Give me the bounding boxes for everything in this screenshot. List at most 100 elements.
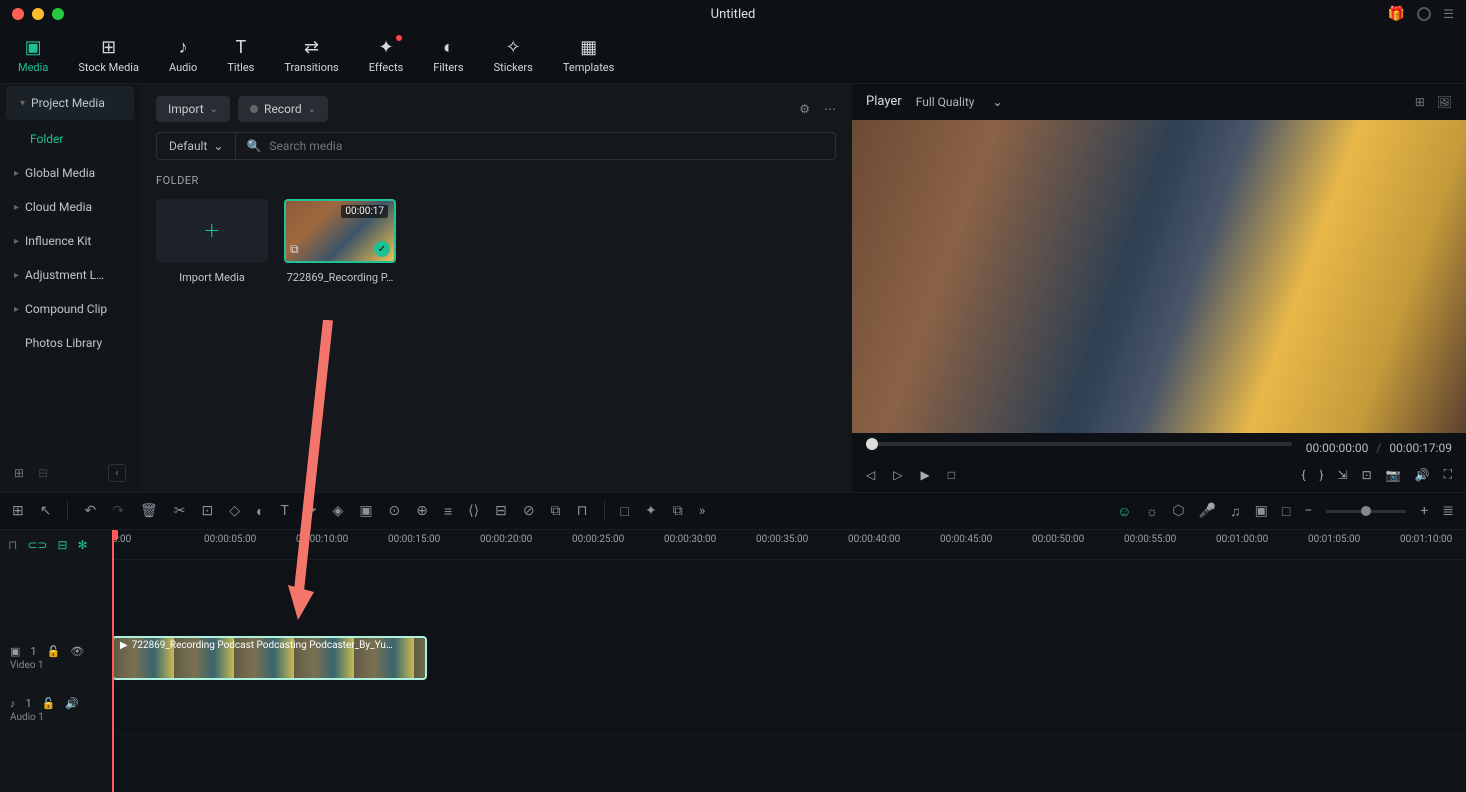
tab-media[interactable]: ▣Media xyxy=(18,37,48,74)
layers-button[interactable]: ⧉ xyxy=(673,503,683,519)
filter-icon[interactable]: ⚙ xyxy=(799,102,810,116)
audio-track-lane[interactable] xyxy=(112,684,1466,736)
video-preview[interactable] xyxy=(852,120,1466,433)
timer-button[interactable]: ⊙ xyxy=(389,503,401,519)
cut-button[interactable]: ✂ xyxy=(174,503,186,519)
media-tile-import[interactable]: + Import Media xyxy=(156,199,268,284)
delete-button[interactable]: 🗑 xyxy=(140,503,158,519)
bracket-right-icon[interactable]: } xyxy=(1320,468,1324,482)
zoom-in-button[interactable]: + xyxy=(1420,503,1428,519)
mask-button[interactable]: ▣ xyxy=(359,503,372,519)
sidebar-item-folder[interactable]: Folder xyxy=(0,122,140,156)
music-icon[interactable]: ♫ xyxy=(1230,503,1241,520)
stop-button[interactable]: □ xyxy=(948,468,955,482)
more-icon[interactable]: ⋯ xyxy=(824,102,836,116)
collapse-sidebar-button[interactable]: ‹ xyxy=(108,464,126,482)
close-window-button[interactable] xyxy=(12,8,24,20)
marker-icon[interactable]: ⇲ xyxy=(1338,468,1348,482)
picture-icon[interactable]: 🖼 xyxy=(1437,95,1452,109)
cursor-tool-icon[interactable]: ↖ xyxy=(40,503,52,519)
align-button[interactable]: ≡ xyxy=(444,503,452,520)
search-input[interactable] xyxy=(269,139,825,153)
sidebar-item-adjustment-layer[interactable]: ▸Adjustment L… xyxy=(0,258,140,292)
minimize-window-button[interactable] xyxy=(32,8,44,20)
record-button[interactable]: Record⌄ xyxy=(238,96,328,122)
play-forward-button[interactable]: ▶ xyxy=(920,468,929,482)
tab-transitions[interactable]: ⇄Transitions xyxy=(284,37,338,74)
volume-icon[interactable]: 🔊 xyxy=(1415,468,1430,482)
shield-icon[interactable]: ⬡ xyxy=(1172,503,1184,519)
tab-stickers[interactable]: ✧Stickers xyxy=(494,37,533,74)
zoom-out-button[interactable]: − xyxy=(1304,503,1312,519)
smile-icon[interactable]: ☺ xyxy=(1117,503,1131,520)
folder-action-icon[interactable]: ⊟ xyxy=(38,466,48,480)
track-header-video[interactable]: ▣1🔓👁 Video 1 xyxy=(0,632,112,684)
quality-select[interactable]: Full Quality⌄ xyxy=(916,95,1003,109)
sidebar-item-photos-library[interactable]: ▸Photos Library xyxy=(0,326,140,360)
tab-audio[interactable]: ♪Audio xyxy=(169,37,197,74)
eye-icon[interactable]: 👁 xyxy=(70,645,84,658)
square-icon[interactable]: □ xyxy=(1282,503,1290,520)
play-button[interactable]: ▷ xyxy=(893,468,902,482)
playhead[interactable] xyxy=(112,530,114,792)
magnet-icon[interactable]: ⊓ xyxy=(8,538,17,552)
mute-icon[interactable]: 🔊 xyxy=(65,697,79,710)
lock-icon[interactable]: 🔓 xyxy=(47,645,61,658)
seek-bar[interactable] xyxy=(866,442,1292,446)
mic-icon[interactable]: 🎤 xyxy=(1199,503,1216,519)
camera-icon[interactable]: 📷 xyxy=(1386,468,1401,482)
marker2-button[interactable]: □ xyxy=(621,503,629,520)
sidebar-item-influence-kit[interactable]: ▸Influence Kit xyxy=(0,224,140,258)
detach-button[interactable]: ⊟ xyxy=(495,503,507,519)
tab-effects[interactable]: ✦Effects xyxy=(369,37,404,74)
sidebar-item-cloud-media[interactable]: ▸Cloud Media xyxy=(0,190,140,224)
zoom-knob[interactable] xyxy=(1361,506,1371,516)
gift-icon[interactable] xyxy=(1388,6,1405,22)
keyframe-button[interactable]: ◈ xyxy=(333,503,344,519)
timeline-tracks[interactable]: 0:0000:00:05:0000:00:10:0000:00:15:0000:… xyxy=(112,530,1466,792)
tab-stock-media[interactable]: ⊞Stock Media xyxy=(78,37,139,74)
new-folder-icon[interactable]: ⊞ xyxy=(14,466,24,480)
sidebar-item-project-media[interactable]: ▾Project Media xyxy=(6,86,134,120)
link-toggle-icon[interactable]: ⊂⊃ xyxy=(27,538,47,552)
group-button[interactable]: ⟨⟩ xyxy=(468,503,479,519)
lock-icon[interactable]: 🔓 xyxy=(42,697,56,710)
prev-frame-button[interactable]: ◁ xyxy=(866,468,875,482)
screenshot-icon[interactable]: ⊡ xyxy=(1362,468,1372,482)
sidebar-item-global-media[interactable]: ▸Global Media xyxy=(0,156,140,190)
maximize-window-button[interactable] xyxy=(52,8,64,20)
tab-templates[interactable]: ▦Templates xyxy=(563,37,614,74)
link-button[interactable]: ⊕ xyxy=(416,503,428,519)
menu-icon[interactable]: ☰ xyxy=(1443,7,1454,21)
text-button[interactable]: T xyxy=(280,503,288,519)
bracket-left-icon[interactable]: { xyxy=(1301,468,1305,482)
grid-view-icon[interactable]: ⊞ xyxy=(1415,95,1425,109)
video-track-lane[interactable]: ▶722869_Recording Podcast Podcasting Pod… xyxy=(112,632,1466,684)
redo-button[interactable]: ↷ xyxy=(112,503,124,519)
ripple-icon[interactable]: ⊟ xyxy=(57,538,67,552)
sidebar-item-compound-clip[interactable]: ▸Compound Clip xyxy=(0,292,140,326)
speed-button[interactable]: ⟳ xyxy=(305,503,317,519)
unlink-button[interactable]: ⊘ xyxy=(523,503,535,519)
zoom-slider[interactable] xyxy=(1326,510,1406,513)
rotate-button[interactable]: ◇ xyxy=(229,503,240,519)
list-view-icon[interactable]: ≣ xyxy=(1442,503,1454,519)
grid-tool-icon[interactable]: ⊞ xyxy=(12,503,24,519)
track-header-audio[interactable]: ♪1🔓🔊 Audio 1 xyxy=(0,684,112,736)
undo-button[interactable]: ↶ xyxy=(84,503,96,519)
import-button[interactable]: Import⌄ xyxy=(156,96,230,122)
tab-filters[interactable]: ◐Filters xyxy=(433,37,463,74)
media-tile-clip[interactable]: 00:00:17 ⧉ ✓ 722869_Recording P… xyxy=(284,199,396,284)
chain-button[interactable]: ⧉ xyxy=(551,503,561,519)
split-button[interactable]: ⊓ xyxy=(577,503,588,519)
crop-button[interactable]: ⊡ xyxy=(201,503,213,519)
seek-handle[interactable] xyxy=(866,438,878,450)
frame-icon[interactable]: ▣ xyxy=(1255,503,1268,519)
effects-button[interactable]: ✦ xyxy=(645,503,657,519)
color-button[interactable]: ◐ xyxy=(256,503,264,520)
sun-icon[interactable]: ☼ xyxy=(1146,503,1159,520)
timeline-clip[interactable]: ▶722869_Recording Podcast Podcasting Pod… xyxy=(112,636,427,680)
auto-icon[interactable]: ✻ xyxy=(78,538,88,552)
fullscreen-icon[interactable]: ⛶ xyxy=(1444,467,1452,482)
timeline-ruler[interactable]: 0:0000:00:05:0000:00:10:0000:00:15:0000:… xyxy=(112,530,1466,560)
